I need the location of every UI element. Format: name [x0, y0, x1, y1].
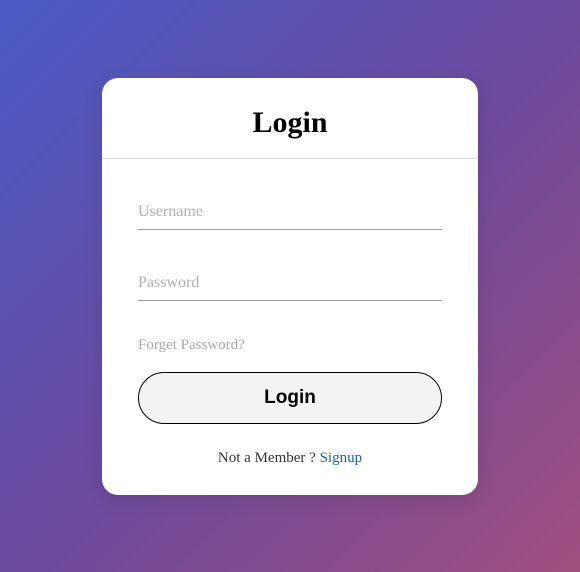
login-button[interactable]: Login [138, 372, 442, 424]
login-card: Login Forget Password? Login Not a Membe… [102, 78, 478, 495]
footer-text: Not a Member ? [218, 450, 320, 466]
signup-link[interactable]: Signup [320, 450, 363, 466]
login-form: Forget Password? Login Not a Member ? Si… [102, 159, 478, 467]
forgot-password-link[interactable]: Forget Password? [138, 337, 442, 354]
password-field-wrap [138, 266, 442, 301]
username-input[interactable] [138, 195, 442, 230]
password-input[interactable] [138, 266, 442, 301]
page-title: Login [102, 106, 478, 158]
username-field-wrap [138, 195, 442, 230]
signup-footer: Not a Member ? Signup [138, 450, 442, 467]
